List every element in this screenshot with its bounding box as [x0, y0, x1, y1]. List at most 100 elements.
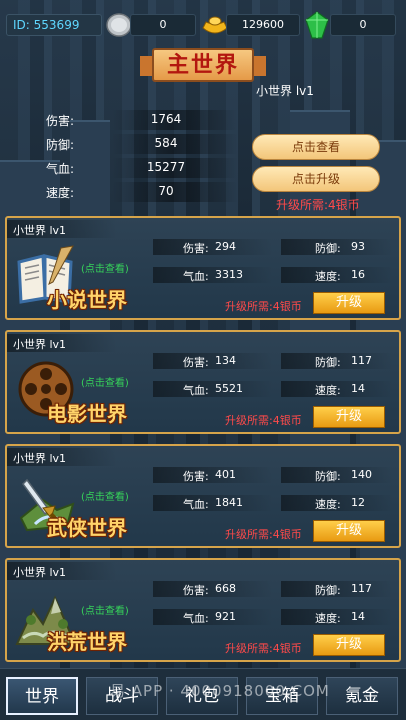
view-link[interactable]: (点击查看)	[81, 488, 129, 503]
world-card-novel: 小世界 lv1 (点击查看) 小说世界 伤害: 294 防御: 93 气血: 3…	[5, 216, 401, 320]
main-upgrade-button[interactable]: 点击升级	[252, 166, 380, 192]
stat-value: 15277	[146, 160, 186, 174]
stat-label: 气血:	[183, 612, 209, 625]
stat-value: 3313	[215, 268, 243, 281]
stat-underlay	[153, 239, 273, 255]
stat-speed: 速度: 14	[281, 608, 393, 626]
stat-underlay	[153, 495, 273, 511]
stat-label: 气血:	[183, 498, 209, 511]
stat-label: 防御:	[46, 138, 75, 152]
main-stat-damage: 伤害: 1764	[30, 108, 240, 130]
world-card-wuxia: 小世界 lv1 (点击查看) 武侠世界 伤害: 401 防御: 140 气血: …	[5, 444, 401, 548]
silver-amount: 0	[130, 14, 196, 36]
world-card-film: 小世界 lv1 (点击查看) 电影世界 伤害: 134 防御: 117 气血: …	[5, 330, 401, 434]
stat-damage: 伤害: 134	[153, 352, 273, 370]
world-name: 武侠世界	[47, 516, 127, 540]
stat-label: 伤害:	[183, 242, 209, 255]
world-card-honghuang: 小世界 lv1 (点击查看) 洪荒世界 伤害: 668 防御: 117 气血: …	[5, 558, 401, 662]
stat-defense: 防御: 117	[281, 352, 393, 370]
stat-hp: 气血: 921	[153, 608, 273, 626]
stat-underlay	[153, 381, 273, 397]
stat-underlay	[153, 267, 273, 283]
stat-underlay	[153, 609, 273, 625]
main-world-level: 小世界 lv1	[256, 84, 314, 98]
main-stat-defense: 防御: 584	[30, 132, 240, 154]
stat-label: 防御:	[315, 470, 341, 483]
upgrade-cost: 升级所需:4银币	[225, 642, 302, 655]
world-name: 小说世界	[47, 288, 127, 312]
stat-hp: 气血: 1841	[153, 494, 273, 512]
stat-label: 速度:	[46, 186, 75, 200]
tab-recharge[interactable]: 氪金	[326, 677, 398, 715]
stat-value: 1841	[215, 496, 243, 509]
top-resource-bar: ID: 553699 0 129600 0	[0, 10, 406, 40]
upgrade-cost: 升级所需:4银币	[225, 300, 302, 313]
stat-label: 防御:	[315, 584, 341, 597]
stat-label: 伤害:	[183, 356, 209, 369]
world-name: 电影世界	[47, 402, 127, 426]
stat-value: 117	[351, 582, 372, 595]
stat-defense: 防御: 93	[281, 238, 393, 256]
stat-label: 气血:	[183, 270, 209, 283]
main-world-title: 主世界	[140, 48, 266, 82]
world-name: 洪荒世界	[47, 630, 127, 654]
view-link[interactable]: (点击查看)	[81, 374, 129, 389]
stat-value: 16	[351, 268, 365, 281]
tab-world[interactable]: 世界	[6, 677, 78, 715]
upgrade-button[interactable]: 升级	[313, 292, 385, 314]
upgrade-button[interactable]: 升级	[313, 406, 385, 428]
stat-label: 伤害:	[46, 114, 75, 128]
world-level: 小世界 lv1	[13, 452, 67, 465]
stat-value: 140	[351, 468, 372, 481]
stat-speed: 速度: 14	[281, 380, 393, 398]
stat-value: 14	[351, 610, 365, 623]
world-level: 小世界 lv1	[13, 338, 67, 351]
stat-label: 防御:	[315, 356, 341, 369]
stat-label: 速度:	[315, 270, 341, 283]
stat-value: 93	[351, 240, 365, 253]
stat-value: 401	[215, 468, 236, 481]
stat-underlay	[153, 467, 273, 483]
stat-damage: 伤害: 401	[153, 466, 273, 484]
stat-label: 速度:	[315, 612, 341, 625]
stat-value: 117	[351, 354, 372, 367]
stat-speed: 速度: 12	[281, 494, 393, 512]
stat-label: 伤害:	[183, 470, 209, 483]
main-stat-hp: 气血: 15277	[30, 156, 240, 178]
stat-value: 14	[351, 382, 365, 395]
stat-value: 134	[215, 354, 236, 367]
player-id: ID: 553699	[6, 14, 102, 36]
stat-value: 70	[158, 184, 174, 198]
upgrade-button[interactable]: 升级	[313, 520, 385, 542]
upgrade-button[interactable]: 升级	[313, 634, 385, 656]
stat-hp: 气血: 3313	[153, 266, 273, 284]
stat-underlay	[153, 353, 273, 369]
stat-damage: 伤害: 294	[153, 238, 273, 256]
stat-value: 584	[154, 136, 178, 150]
stat-value: 5521	[215, 382, 243, 395]
main-view-button[interactable]: 点击查看	[252, 134, 380, 160]
view-link[interactable]: (点击查看)	[81, 602, 129, 617]
main-upgrade-cost: 升级所需:4银币	[276, 198, 360, 212]
view-link[interactable]: (点击查看)	[81, 260, 129, 275]
stat-defense: 防御: 117	[281, 580, 393, 598]
stat-value: 12	[351, 496, 365, 509]
stat-label: 气血:	[46, 162, 75, 176]
world-level: 小世界 lv1	[13, 224, 67, 237]
upgrade-cost: 升级所需:4银币	[225, 528, 302, 541]
stat-label: 速度:	[315, 384, 341, 397]
stat-speed: 速度: 16	[281, 266, 393, 284]
stat-hp: 气血: 5521	[153, 380, 273, 398]
watermark: 易 APP · 4000918000.COM	[110, 682, 330, 700]
stat-label: 速度:	[315, 498, 341, 511]
stat-label: 防御:	[315, 242, 341, 255]
world-level: 小世界 lv1	[13, 566, 67, 579]
id-value: 553699	[33, 18, 80, 32]
main-stat-speed: 速度: 70	[30, 180, 240, 202]
gold-amount: 129600	[226, 14, 300, 36]
stat-value: 921	[215, 610, 236, 623]
stat-defense: 防御: 140	[281, 466, 393, 484]
stat-value: 1764	[150, 112, 182, 126]
stat-underlay	[153, 581, 273, 597]
green-gem-icon	[305, 11, 329, 39]
